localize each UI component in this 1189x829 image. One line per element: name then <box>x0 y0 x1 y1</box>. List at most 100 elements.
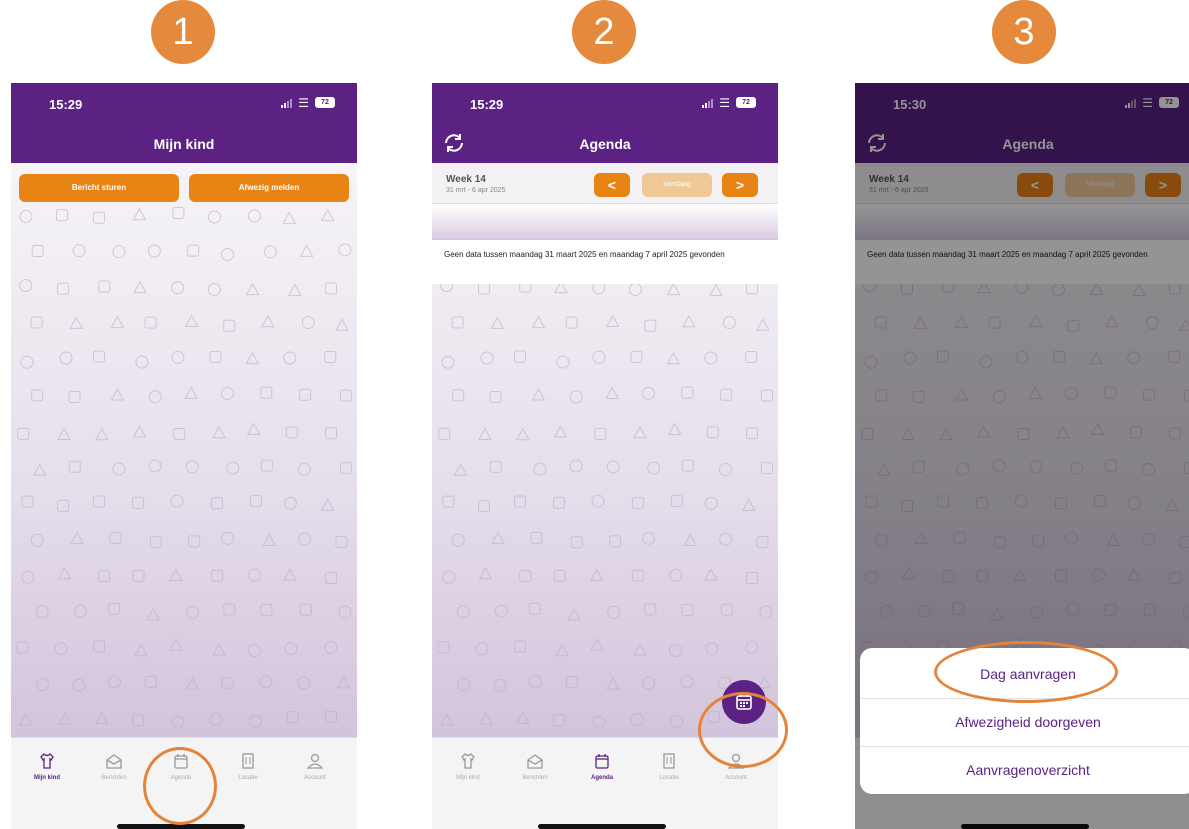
pattern-doodle <box>320 208 335 222</box>
signal-icon <box>281 98 293 108</box>
tab-mijn-kind[interactable]: Mijn kind <box>438 752 498 781</box>
pattern-doodle <box>489 391 502 404</box>
tab-locatie[interactable]: Locatie <box>218 752 278 781</box>
shirt-icon <box>461 753 475 769</box>
tab-mijn-kind[interactable]: Mijn kind <box>17 752 77 781</box>
pattern-doodle <box>184 314 199 328</box>
pattern-doodle <box>630 713 644 727</box>
pattern-doodle <box>299 603 312 616</box>
pattern-doodle <box>172 206 185 219</box>
tab-locatie[interactable]: Locatie <box>639 752 699 781</box>
pattern-doodle <box>606 460 620 474</box>
pattern-doodle <box>19 279 33 293</box>
pattern-doodle <box>606 677 621 690</box>
pattern-doodle <box>719 532 733 546</box>
pattern-doodle <box>515 427 530 441</box>
pattern-doodle <box>210 497 223 510</box>
pattern-doodle <box>590 637 604 651</box>
tab-label: Account <box>304 775 326 781</box>
mail-icon <box>527 754 543 769</box>
pattern-doodle <box>31 245 44 258</box>
pattern-doodle <box>667 422 682 435</box>
pattern-doodle <box>553 714 566 727</box>
pattern-doodle <box>704 568 718 581</box>
pattern-doodle <box>442 570 456 584</box>
calendar-icon <box>595 754 609 769</box>
pattern-doodle <box>112 462 126 476</box>
pattern-doodle <box>336 675 351 689</box>
pattern-doodle <box>31 389 44 402</box>
report-absence-option[interactable]: Afwezigheid doorgeven <box>860 714 1189 730</box>
status-time: 15:29 <box>470 97 504 112</box>
pattern-doodle <box>58 712 72 725</box>
pattern-doodle <box>569 459 583 473</box>
pattern-doodle <box>478 566 493 580</box>
pattern-doodle <box>760 462 773 475</box>
requests-overview-option[interactable]: Aanvragenoverzicht <box>860 762 1189 778</box>
pattern-doodle <box>569 390 583 404</box>
pattern-doodle <box>722 316 736 330</box>
pattern-doodle <box>325 427 338 440</box>
building-icon <box>663 753 675 769</box>
sheet-divider <box>860 746 1189 747</box>
pattern-doodle <box>745 282 758 295</box>
pattern-doodle <box>248 568 262 582</box>
battery-icon: 72 <box>315 97 335 108</box>
tab-berichten[interactable]: Berichten <box>505 752 565 781</box>
pattern-doodle <box>245 351 260 365</box>
pattern-doodle <box>263 245 277 259</box>
pattern-doodle <box>98 280 111 293</box>
pattern-doodle <box>187 244 200 257</box>
report-absent-button[interactable]: Afwezig melden <box>189 174 349 202</box>
pattern-doodle <box>456 605 470 619</box>
pattern-doodle <box>478 499 491 512</box>
tab-label: Agenda <box>590 775 613 781</box>
pattern-doodle <box>670 495 683 508</box>
pattern-doodle <box>338 243 352 257</box>
battery-icon: 72 <box>736 97 756 108</box>
pattern-doodle <box>171 350 185 364</box>
next-week-button[interactable]: > <box>722 173 758 197</box>
pattern-doodle <box>519 570 532 583</box>
pattern-doodle <box>630 350 643 363</box>
send-message-button[interactable]: Bericht sturen <box>19 174 179 202</box>
pattern-doodle <box>339 462 352 475</box>
pattern-doodle <box>68 460 81 473</box>
previous-week-button[interactable]: < <box>594 173 630 197</box>
pattern-doodle <box>249 495 262 508</box>
pattern-doodle <box>553 569 566 582</box>
highlight-agenda-tab <box>143 747 217 825</box>
pattern-doodle <box>704 351 718 365</box>
pattern-doodle <box>325 572 338 585</box>
pattern-doodle <box>72 244 86 258</box>
content-area: Week 14 31 mrt - 6 apr 2025 < Vandaag > … <box>432 163 778 737</box>
step-badge-1: 1 <box>151 0 215 64</box>
pattern-doodle <box>169 637 183 651</box>
pattern-doodle <box>530 531 543 544</box>
refresh-icon[interactable] <box>442 131 466 155</box>
pattern-doodle <box>720 603 733 616</box>
highlight-calendar-button <box>698 692 788 768</box>
tab-label: Mijn kind <box>34 775 60 781</box>
pattern-doodle <box>132 496 145 509</box>
pattern-doodle <box>708 283 723 297</box>
pattern-doodle <box>144 316 157 329</box>
signal-icon <box>702 98 714 108</box>
pattern-doodle <box>285 426 298 439</box>
pattern-doodle <box>605 386 619 399</box>
pattern-doodle <box>567 607 581 621</box>
week-label: Week 14 <box>446 174 486 185</box>
pattern-doodle <box>18 713 33 726</box>
pattern-doodle <box>299 388 312 401</box>
pattern-doodle <box>759 605 773 619</box>
pattern-doodle <box>299 244 314 257</box>
pattern-doodle <box>452 389 465 402</box>
pattern-doodle <box>480 351 494 365</box>
tab-berichten[interactable]: Berichten <box>84 752 144 781</box>
today-button[interactable]: Vandaag <box>642 173 712 197</box>
pattern-doodle <box>210 569 223 582</box>
tab-agenda[interactable]: Agenda <box>572 752 632 781</box>
tab-label: Locatie <box>238 775 258 781</box>
pattern-doodle <box>68 391 81 404</box>
tab-account[interactable]: Account <box>285 752 345 781</box>
